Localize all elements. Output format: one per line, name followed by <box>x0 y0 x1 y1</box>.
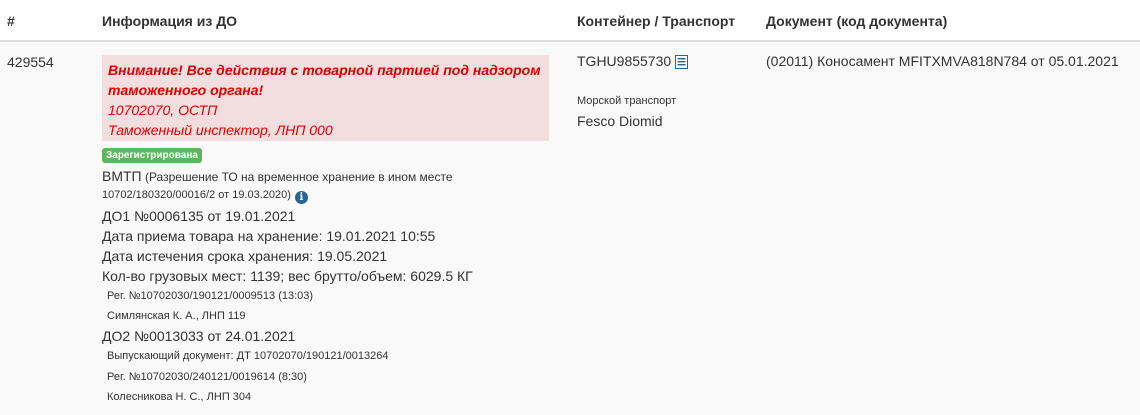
row-id: 429554 <box>7 54 54 70</box>
alert-line-2: таможенного органа! <box>108 82 264 98</box>
person-2: Колесникова Н. С., ЛНП 304 <box>107 391 252 403</box>
vmtp-line-2: 10702/180320/00016/2 от 19.03.2020) i <box>102 189 308 204</box>
cargo-info: Кол-во грузовых мест: 1139; вес брутто/о… <box>102 268 473 284</box>
info-circle-icon[interactable]: i <box>294 191 308 204</box>
do1-line: ДО1 №0006135 от 19.01.2021 <box>102 208 296 224</box>
header-document: Документ (код документа) <box>766 13 948 29</box>
release-document: Выпускающий документ: ДТ 10702070/190121… <box>107 350 389 362</box>
table-row: 429554 Внимание! Все действия с товарной… <box>0 42 1140 415</box>
document-info: (02011) Коносамент MFITXMVA818N784 от 05… <box>766 53 1119 69</box>
vmtp-permit-number: 10702/180320/00016/2 от 19.03.2020) <box>102 189 291 201</box>
container-number: TGHU9855730 <box>577 53 672 69</box>
container-cell: TGHU9855730 <box>577 53 689 72</box>
alert-line-1: Внимание! Все действия с товарной партие… <box>108 62 541 78</box>
status-badge: Зарегистрирована <box>102 148 202 163</box>
vmtp-line-1: ВМТП (Разрешение ТО на временное хранени… <box>102 168 453 184</box>
header-info: Информация из ДО <box>102 13 238 29</box>
registration-1: Рег. №10702030/190121/0009513 (13:03) <box>107 290 314 302</box>
alert-customs-office: 10702070, ОСТП <box>108 102 218 118</box>
do2-line: ДО2 №0013033 от 24.01.2021 <box>102 328 296 344</box>
supervision-alert: Внимание! Все действия с товарной партие… <box>102 55 549 141</box>
header-number: # <box>7 13 15 29</box>
list-document-icon[interactable] <box>675 55 689 72</box>
transport-type: Морской транспорт <box>577 95 677 107</box>
alert-inspector: Таможенный инспектор, ЛНП 000 <box>108 122 333 138</box>
cargo-table: # Информация из ДО Контейнер / Транспорт… <box>0 0 1140 415</box>
vmtp-details: (Разрешение ТО на временное хранение в и… <box>141 170 453 184</box>
expiry-date: Дата истечения срока хранения: 19.05.202… <box>102 248 388 264</box>
header-container: Контейнер / Транспорт <box>577 13 736 29</box>
registration-2: Рег. №10702030/240121/0019614 (8:30) <box>107 371 307 383</box>
vessel-name: Fesco Diomid <box>577 113 663 129</box>
person-1: Симлянская К. А., ЛНП 119 <box>107 310 246 322</box>
table-header: # Информация из ДО Контейнер / Транспорт… <box>0 0 1140 42</box>
storage-date: Дата приема товара на хранение: 19.01.20… <box>102 228 436 244</box>
